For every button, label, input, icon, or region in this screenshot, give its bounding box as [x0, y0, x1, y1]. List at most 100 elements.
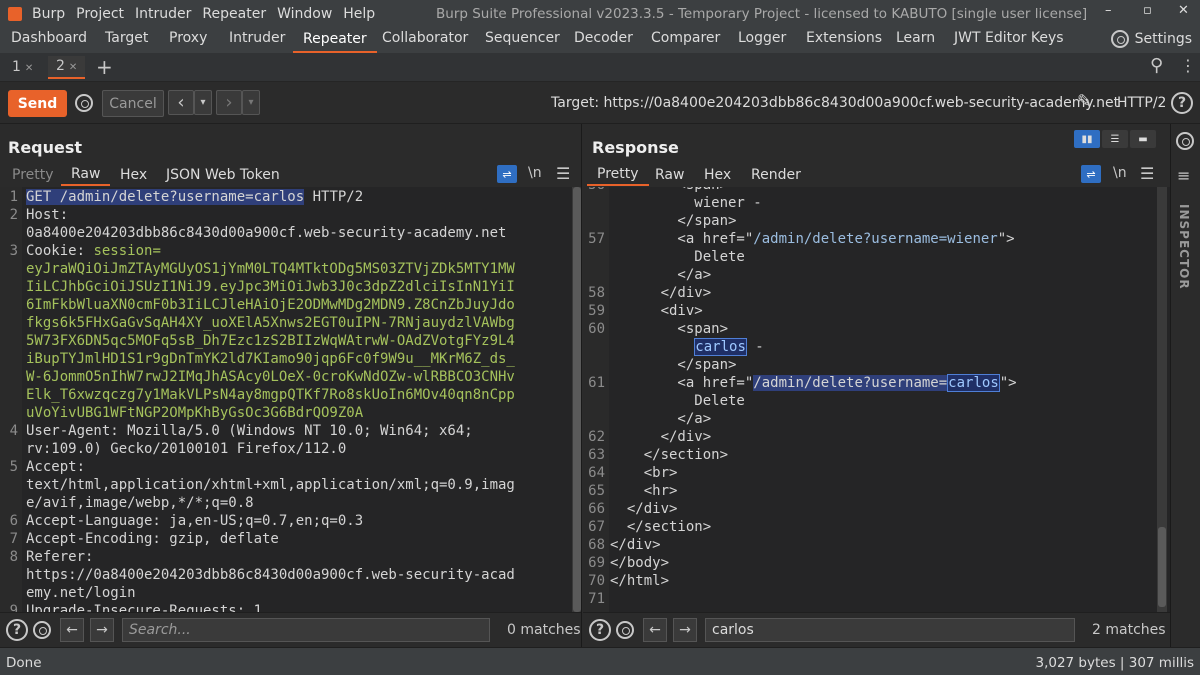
request-line-gutter: 1 2 3 4 5 6 7 8 9: [0, 187, 22, 612]
tab-target[interactable]: Target: [105, 30, 148, 46]
tab-extensions[interactable]: Extensions: [806, 30, 882, 46]
tab-sequencer[interactable]: Sequencer: [485, 30, 560, 46]
maximize-icon[interactable]: ▫: [1143, 3, 1152, 18]
back-history-dropdown-icon[interactable]: ▾: [194, 90, 212, 115]
target-url: Target: https://0a8400e204203dbb86c8430d…: [551, 95, 1120, 111]
window-title: Burp Suite Professional v2023.3.5 - Temp…: [436, 6, 1088, 22]
response-line: </div>: [610, 537, 661, 553]
line-number: 67: [588, 519, 605, 535]
inspector-label[interactable]: INSPECTOR: [1177, 204, 1191, 290]
request-tab-pretty[interactable]: Pretty: [12, 167, 54, 183]
response-line: <br>: [610, 465, 678, 481]
repeater-tab-2[interactable]: 2 ✕: [48, 56, 86, 79]
inspector-settings-gear-icon[interactable]: [1176, 132, 1194, 150]
response-line: <a href="/admin/delete?username=wiener">: [610, 231, 1015, 247]
response-line: Delete: [610, 393, 745, 409]
request-line: Referer:: [26, 549, 94, 565]
tab-collaborator[interactable]: Collaborator: [382, 30, 468, 46]
response-line: </span>: [610, 357, 737, 373]
forward-arrow-icon[interactable]: ›: [216, 90, 242, 115]
response-tab-raw[interactable]: Raw: [655, 167, 684, 183]
menu-burp[interactable]: Burp: [32, 6, 65, 22]
previous-match-icon[interactable]: ←: [643, 618, 667, 642]
close-tab-icon[interactable]: ✕: [69, 62, 77, 73]
menu-help[interactable]: Help: [343, 6, 375, 22]
request-line: fkgs6k5FHxGaGvSqAH4XY_uoXElA5Xnws2EGT0uI…: [26, 315, 515, 331]
next-match-icon[interactable]: →: [673, 618, 697, 642]
inspector-list-icon[interactable]: ≡: [1177, 166, 1190, 185]
request-scrollbar[interactable]: [572, 187, 581, 612]
request-line: Elk_T6xwzqczg7y1MakVLPsN4ay8mgpQTKf7Ro8s…: [26, 387, 515, 403]
cancel-button[interactable]: Cancel: [102, 90, 164, 117]
menu-window[interactable]: Window: [277, 6, 332, 22]
response-line: </div>: [610, 429, 712, 445]
edit-target-pencil-icon[interactable]: ✎: [1077, 91, 1092, 112]
minimize-icon[interactable]: –: [1105, 3, 1112, 18]
search-icon[interactable]: ⚲: [1150, 55, 1163, 76]
burp-logo-icon: [8, 7, 22, 21]
tab-comparer[interactable]: Comparer: [651, 30, 720, 46]
response-line: carlos -: [694, 338, 764, 356]
search-settings-gear-icon[interactable]: [616, 621, 634, 639]
request-search-input[interactable]: Search...: [122, 618, 490, 642]
response-search-input[interactable]: carlos: [705, 618, 1075, 642]
show-newlines-icon[interactable]: \n: [1113, 165, 1127, 181]
search-settings-gear-icon[interactable]: [33, 621, 51, 639]
request-view-tabs: Pretty Raw Hex JSON Web Token: [0, 164, 581, 186]
request-line: Host:: [26, 207, 69, 223]
response-line: </a>: [610, 411, 712, 427]
response-tab-pretty[interactable]: Pretty: [587, 164, 649, 186]
line-number: 71: [588, 591, 605, 607]
response-tab-render[interactable]: Render: [751, 167, 801, 183]
tab-decoder[interactable]: Decoder: [574, 30, 633, 46]
close-tab-icon[interactable]: ✕: [25, 63, 33, 74]
previous-match-icon[interactable]: ←: [60, 618, 84, 642]
help-icon[interactable]: ?: [6, 619, 28, 641]
settings-button[interactable]: Settings: [1110, 30, 1192, 48]
line-number: 58: [588, 285, 605, 301]
stacked-layout-icon[interactable]: ☰: [1102, 130, 1128, 148]
request-line: iBupTYJmlHD1S1r9gDnTmYK2ld7KIamo90jqp6Fc…: [26, 351, 515, 367]
add-tab-icon[interactable]: +: [96, 55, 113, 79]
response-editor[interactable]: 56575859606162636465666768697071 <span> …: [583, 187, 1170, 612]
menu-icon[interactable]: ☰: [556, 164, 570, 183]
menu-project[interactable]: Project: [76, 6, 124, 22]
more-vertical-icon[interactable]: ⋮: [1180, 56, 1196, 75]
tab-proxy[interactable]: Proxy: [169, 30, 207, 46]
response-line: </html>: [610, 573, 670, 589]
word-wrap-icon[interactable]: ⇌: [1081, 165, 1101, 183]
menu-repeater[interactable]: Repeater: [202, 6, 266, 22]
help-icon[interactable]: ?: [1171, 92, 1193, 114]
forward-history-dropdown-icon[interactable]: ▾: [242, 90, 260, 115]
request-match-count: 0 matches: [507, 622, 581, 638]
tab-jwt-editor-keys[interactable]: JWT Editor Keys: [954, 30, 1064, 46]
show-newlines-icon[interactable]: \n: [528, 165, 542, 181]
tab-dashboard[interactable]: Dashboard: [11, 30, 87, 46]
tabbed-layout-icon[interactable]: ▬: [1130, 130, 1156, 148]
help-icon[interactable]: ?: [589, 619, 611, 641]
request-editor[interactable]: 1 2 3 4 5 6 7 8 9 GET /admin/delete?username=car…: [0, 187, 581, 612]
response-tab-hex[interactable]: Hex: [704, 167, 731, 183]
response-scrollbar[interactable]: [1157, 187, 1167, 612]
request-tab-hex[interactable]: Hex: [120, 167, 147, 183]
request-tab-raw[interactable]: Raw: [61, 164, 111, 186]
send-button[interactable]: Send: [8, 90, 67, 117]
line-number: 59: [588, 303, 605, 319]
menu-icon[interactable]: ☰: [1140, 164, 1154, 183]
request-tab-json-web-token[interactable]: JSON Web Token: [166, 167, 280, 183]
side-by-side-layout-icon[interactable]: ▮▮: [1074, 130, 1100, 148]
request-line: Accept-Encoding: gzip, deflate: [26, 531, 279, 547]
repeater-tab-1[interactable]: 1 ✕: [12, 59, 33, 75]
close-icon[interactable]: ✕: [1178, 3, 1189, 18]
menu-intruder[interactable]: Intruder: [135, 6, 191, 22]
tab-learn[interactable]: Learn: [896, 30, 935, 46]
response-line: </section>: [610, 447, 729, 463]
tab-intruder[interactable]: Intruder: [229, 30, 285, 46]
back-arrow-icon[interactable]: ‹: [168, 90, 194, 115]
tab-logger[interactable]: Logger: [738, 30, 786, 46]
word-wrap-icon[interactable]: ⇌: [497, 165, 517, 183]
http-version[interactable]: HTTP/2: [1117, 95, 1166, 111]
next-match-icon[interactable]: →: [90, 618, 114, 642]
send-options-gear-icon[interactable]: [75, 94, 93, 112]
tab-repeater[interactable]: Repeater: [293, 28, 377, 53]
